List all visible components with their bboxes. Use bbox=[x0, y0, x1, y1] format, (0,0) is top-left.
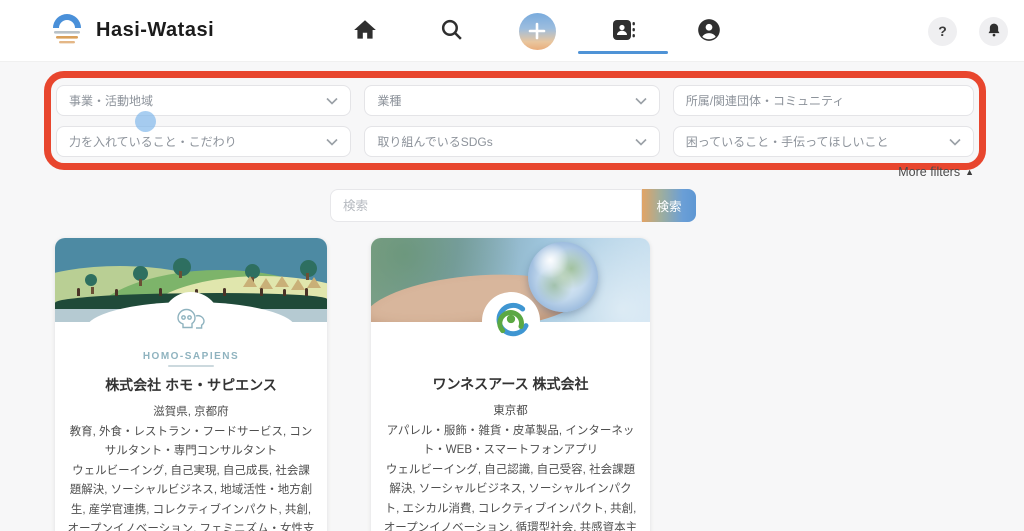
company-name: 株式会社 ホモ・サピエンス bbox=[105, 377, 277, 393]
filter-focus-commitment[interactable]: 力を入れていること・こだわり bbox=[56, 126, 352, 157]
search-input[interactable] bbox=[330, 189, 642, 222]
skull-icon bbox=[174, 306, 208, 337]
search-tab[interactable] bbox=[408, 0, 494, 62]
bell-icon bbox=[986, 22, 1002, 41]
filter-highlight-annotation: 事業・活動地域 業種 所属/関連団体・コミュニティ 力を入れていること・こだわり bbox=[44, 71, 986, 170]
company-card-homo-sapiens[interactable]: HOMO-SAPIENS 株式会社 ホモ・サピエンス 滋賀県, 京都府 教育, … bbox=[55, 238, 327, 531]
chevron-down-icon bbox=[635, 92, 647, 110]
help-button[interactable]: ? bbox=[928, 16, 957, 46]
company-logo bbox=[481, 292, 540, 350]
question-mark-icon: ? bbox=[938, 23, 947, 39]
leaf-swirl-icon bbox=[491, 299, 531, 344]
card-body: ワンネスアース 株式会社 東京都 アパレル・服飾・雑貨・皮革製品, インターネッ… bbox=[371, 350, 650, 531]
filter-label: 業種 bbox=[377, 94, 402, 108]
company-tags: ウェルビーイング, 自己認識, 自己受容, 社会課題解決, ソーシャルビジネス,… bbox=[383, 463, 638, 531]
filter-label: 取り組んでいるSDGs bbox=[377, 135, 493, 149]
search-submit-button[interactable]: 検索 bbox=[642, 189, 696, 222]
filter-affiliation-input[interactable]: 所属/関連団体・コミュニティ bbox=[672, 85, 974, 116]
company-logo-wordmark: HOMO-SAPIENS bbox=[142, 351, 240, 362]
company-logo bbox=[162, 292, 220, 350]
company-tags: ウェルビーイング, 自己実現, 自己成長, 社会課題解決, ソーシャルビジネス,… bbox=[67, 464, 315, 531]
header-right: ? bbox=[928, 0, 1008, 62]
notifications-button[interactable] bbox=[979, 16, 1008, 46]
brand-name: Hasi-Watasi bbox=[96, 19, 215, 41]
filter-label: 事業・活動地域 bbox=[69, 94, 154, 108]
company-location: 滋賀県, 京都府 bbox=[153, 406, 229, 418]
cursor-indicator bbox=[135, 111, 156, 132]
filter-label: 困っていること・手伝ってほしいこと bbox=[685, 135, 889, 149]
contacts-tab-active[interactable] bbox=[578, 0, 668, 62]
main-nav bbox=[322, 0, 752, 62]
company-industries: 教育, 外食・レストラン・フードサービス, コンサルタント・専門コンサルタント bbox=[69, 425, 313, 458]
profile-tab[interactable] bbox=[666, 0, 752, 62]
app-header: Hasi-Watasi ? bbox=[0, 0, 1024, 62]
filter-label: 力を入れていること・こだわり bbox=[69, 135, 237, 149]
home-tab[interactable] bbox=[322, 0, 408, 62]
chevron-down-icon bbox=[326, 92, 338, 110]
filter-industry[interactable]: 業種 bbox=[364, 85, 660, 116]
filter-grid: 事業・活動地域 業種 所属/関連団体・コミュニティ 力を入れていること・こだわり bbox=[56, 85, 974, 157]
filter-help-needed[interactable]: 困っていること・手伝ってほしいこと bbox=[672, 126, 974, 157]
page: Hasi-Watasi ? 事業・活動地域 業種 所属/関連団体・コミュニティ … bbox=[0, 0, 1024, 531]
company-name: ワンネスアース 株式会社 bbox=[432, 376, 589, 392]
filter-sdgs[interactable]: 取り組んでいるSDGs bbox=[364, 126, 660, 157]
search-bar: 検索 bbox=[330, 189, 696, 222]
chevron-down-icon bbox=[949, 133, 961, 151]
glass-globe-image bbox=[528, 242, 598, 312]
chevron-down-icon bbox=[635, 133, 647, 151]
contacts-icon bbox=[610, 17, 636, 46]
company-industries: アパレル・服飾・雑貨・皮革製品, インターネット・WEB・スマートフォンアプリ bbox=[386, 424, 635, 457]
search-icon bbox=[439, 17, 464, 45]
active-tab-underline bbox=[578, 51, 668, 54]
chevron-down-icon bbox=[326, 133, 338, 151]
brand[interactable]: Hasi-Watasi bbox=[46, 11, 214, 51]
home-icon bbox=[352, 17, 378, 46]
card-body: 株式会社 ホモ・サピエンス 滋賀県, 京都府 教育, 外食・レストラン・フードサ… bbox=[55, 367, 327, 531]
brand-logo-icon bbox=[46, 11, 88, 51]
profile-icon bbox=[696, 17, 722, 46]
add-icon bbox=[518, 12, 556, 50]
more-filters-toggle[interactable]: More filters ▲ bbox=[898, 165, 974, 179]
more-filters-label: More filters bbox=[898, 165, 961, 179]
filter-business-area[interactable]: 事業・活動地域 bbox=[56, 85, 352, 116]
filter-label: 所属/関連団体・コミュニティ bbox=[685, 94, 845, 108]
company-card-oneness-earth[interactable]: ワンネスアース 株式会社 東京都 アパレル・服飾・雑貨・皮革製品, インターネッ… bbox=[371, 238, 650, 531]
add-post-button[interactable] bbox=[494, 0, 580, 62]
company-location: 東京都 bbox=[493, 405, 528, 417]
triangle-up-icon: ▲ bbox=[965, 167, 974, 177]
